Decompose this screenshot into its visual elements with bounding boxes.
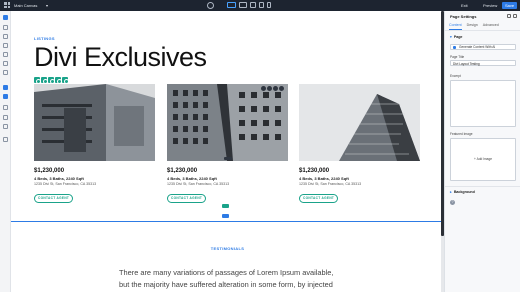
tablet-portrait-view-icon[interactable] bbox=[259, 2, 264, 8]
image-module-toolbar bbox=[261, 86, 284, 91]
expand-icon[interactable] bbox=[507, 14, 511, 18]
add-section-button[interactable] bbox=[222, 214, 229, 218]
listing-price: $1,230,000 bbox=[167, 168, 198, 174]
background-group-toggle[interactable]: ▸ Background bbox=[450, 190, 475, 194]
help-icon[interactable] bbox=[3, 124, 8, 129]
listing-card: $1,230,000 4 Beds, 3 Baths, 2240 Sqft 12… bbox=[299, 84, 420, 204]
tabs-divider bbox=[445, 30, 520, 31]
delete-icon[interactable] bbox=[55, 77, 62, 84]
listing-price: $1,230,000 bbox=[299, 168, 330, 174]
chevron-right-icon: ▸ bbox=[450, 190, 452, 194]
exit-button[interactable]: Exit bbox=[461, 2, 468, 9]
testimonials-heading: TESTIMONIALS bbox=[210, 246, 245, 251]
tab-content[interactable]: Content bbox=[449, 23, 462, 30]
presets-icon[interactable] bbox=[3, 94, 8, 99]
section-divider bbox=[11, 221, 444, 222]
drag-handle-icon[interactable] bbox=[224, 157, 232, 160]
contact-agent-button[interactable]: CONTACT AGENT bbox=[34, 193, 74, 203]
listing-photo[interactable] bbox=[34, 84, 155, 161]
chevron-down-icon: ▾ bbox=[450, 35, 452, 39]
excerpt-label: Excerpt bbox=[450, 74, 461, 78]
section-eyebrow: LISTINGS bbox=[34, 36, 55, 41]
more-icon[interactable] bbox=[62, 77, 69, 84]
left-toolbar bbox=[0, 11, 11, 292]
listing-address: 1235 Divi St, San Francisco, CA 35313 bbox=[34, 182, 97, 186]
background-group-label: Background bbox=[453, 190, 475, 194]
listing-specs: 4 Beds, 3 Baths, 2240 Sqft bbox=[299, 175, 349, 181]
panel-tabs: Content Design Advanced bbox=[449, 23, 499, 30]
building-image bbox=[34, 84, 155, 161]
move-icon[interactable] bbox=[261, 86, 266, 91]
move-icon[interactable] bbox=[34, 77, 41, 84]
variables-icon[interactable] bbox=[3, 70, 8, 75]
generate-ai-button[interactable]: Generate Content With AI bbox=[450, 44, 516, 50]
excerpt-textarea[interactable] bbox=[450, 80, 516, 127]
laptop-view-icon[interactable] bbox=[239, 2, 247, 8]
preview-button[interactable]: Preview bbox=[483, 2, 497, 9]
tab-advanced[interactable]: Advanced bbox=[483, 23, 499, 30]
theme-icon[interactable] bbox=[3, 61, 8, 66]
panel-title: Page Settings bbox=[450, 14, 477, 19]
delete-icon[interactable] bbox=[279, 86, 284, 91]
add-row-button[interactable] bbox=[222, 204, 229, 208]
device-switcher bbox=[227, 2, 271, 9]
zoom-icon[interactable] bbox=[3, 137, 8, 142]
add-image-button[interactable]: + Add Image bbox=[451, 157, 515, 161]
save-button[interactable]: Save bbox=[502, 2, 517, 9]
page-settings-panel: Page Settings Content Design Advanced ▾ P… bbox=[444, 11, 520, 292]
settings-icon[interactable] bbox=[267, 86, 272, 91]
panel-header-actions bbox=[507, 14, 517, 18]
portability-icon[interactable] bbox=[3, 85, 8, 90]
building-image bbox=[167, 84, 288, 161]
help-icon[interactable]: ? bbox=[450, 200, 455, 205]
listing-photo[interactable] bbox=[167, 84, 288, 161]
chevron-down-icon: ▾ bbox=[45, 3, 48, 8]
page-title-input[interactable]: Divi Layout Testing bbox=[450, 60, 516, 66]
page-group-label: Page bbox=[453, 35, 463, 39]
phone-view-icon[interactable] bbox=[267, 2, 271, 8]
panel-divider bbox=[445, 186, 520, 187]
shortcuts-icon[interactable] bbox=[3, 115, 8, 120]
settings-icon[interactable] bbox=[207, 2, 214, 9]
page-title-label: Page Title bbox=[450, 55, 465, 59]
layout-grid-icon[interactable] bbox=[4, 2, 10, 8]
canvas-select-label: Main Canvas bbox=[14, 3, 38, 8]
close-icon[interactable] bbox=[513, 14, 517, 18]
page-title[interactable]: Divi Exclusives bbox=[34, 42, 207, 73]
module-toolbar bbox=[34, 77, 69, 84]
contact-agent-button[interactable]: CONTACT AGENT bbox=[299, 193, 339, 203]
library-icon[interactable] bbox=[3, 43, 8, 48]
featured-image-label: Featured Image bbox=[450, 132, 473, 136]
building-image bbox=[299, 84, 420, 161]
listing-card: $1,230,000 4 Beds, 3 Baths, 2240 Sqft 12… bbox=[34, 84, 155, 204]
page-group-toggle[interactable]: ▾ Page bbox=[450, 35, 462, 39]
settings-icon[interactable] bbox=[41, 77, 48, 84]
listing-photo[interactable] bbox=[299, 84, 420, 161]
tablet-view-icon[interactable] bbox=[250, 2, 256, 8]
listing-card: $1,230,000 4 Beds, 3 Baths, 2240 Sqft 12… bbox=[167, 84, 288, 204]
page-icon[interactable] bbox=[3, 34, 8, 39]
listing-specs: 4 Beds, 3 Baths, 2240 Sqft bbox=[34, 175, 84, 181]
testimonial-text[interactable]: There are many variations of passages of… bbox=[119, 267, 345, 292]
listing-specs: 4 Beds, 3 Baths, 2240 Sqft bbox=[167, 175, 217, 181]
listing-address: 1235 Divi St, San Francisco, CA 35313 bbox=[299, 182, 362, 186]
canvas-select[interactable]: Main Canvas ▾ bbox=[14, 2, 48, 9]
history-icon[interactable] bbox=[3, 52, 8, 57]
desktop-view-icon[interactable] bbox=[227, 2, 236, 8]
tab-design[interactable]: Design bbox=[467, 23, 478, 30]
duplicate-icon[interactable] bbox=[48, 77, 55, 84]
featured-image-dropzone[interactable]: + Add Image bbox=[450, 138, 516, 181]
duplicate-icon[interactable] bbox=[273, 86, 278, 91]
listing-price: $1,230,000 bbox=[34, 168, 65, 174]
wireframe-icon[interactable] bbox=[3, 105, 8, 110]
layers-icon[interactable] bbox=[3, 25, 8, 30]
listing-address: 1235 Divi St, San Francisco, CA 35313 bbox=[167, 182, 230, 186]
add-icon[interactable] bbox=[3, 15, 8, 20]
top-toolbar: Main Canvas ▾ Exit Preview Save bbox=[0, 0, 520, 11]
contact-agent-button[interactable]: CONTACT AGENT bbox=[167, 193, 207, 203]
builder-canvas: LISTINGS Divi Exclusives $1,230,000 4 Be… bbox=[11, 11, 444, 292]
